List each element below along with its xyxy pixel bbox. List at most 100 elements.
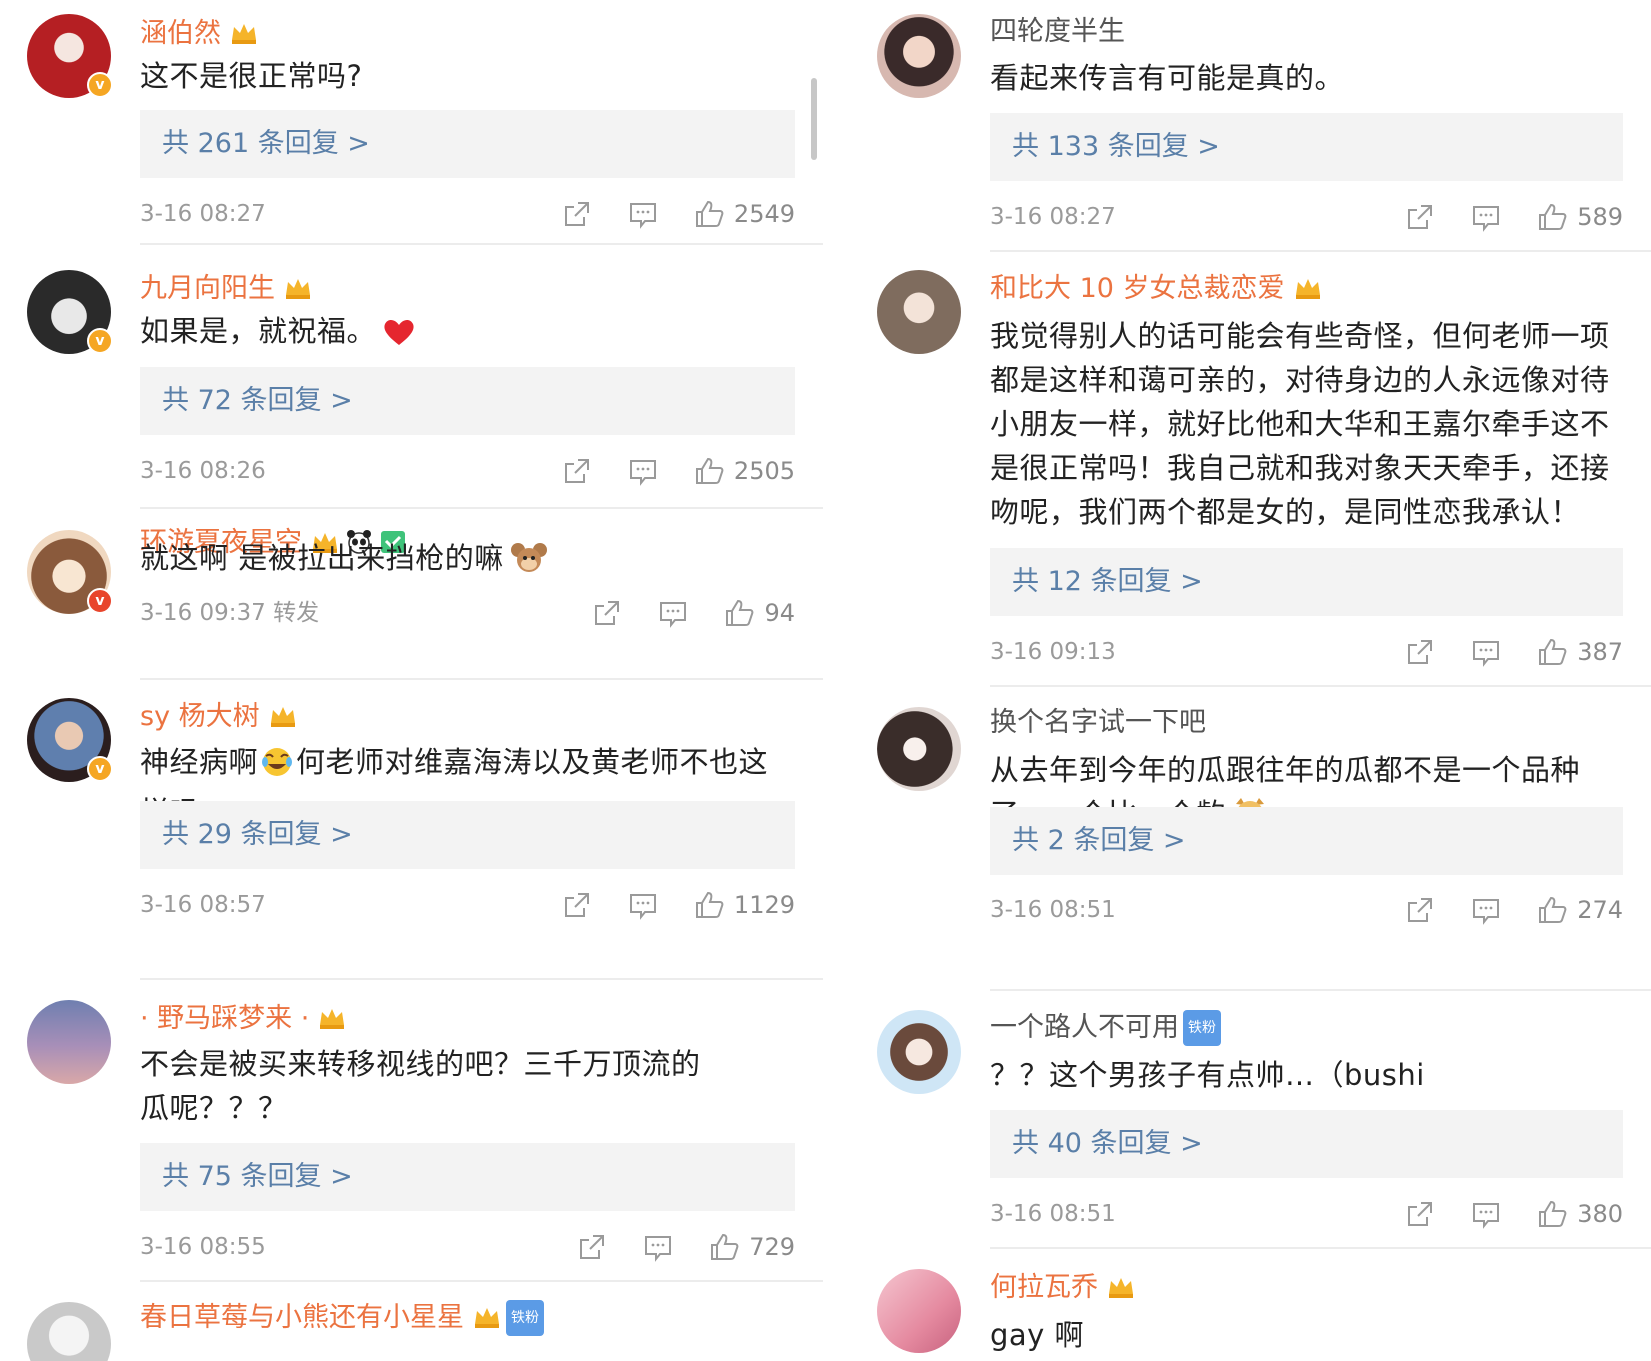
comment-text: 看起来传言有可能是真的。 <box>990 61 1345 95</box>
share-icon[interactable] <box>1405 1199 1435 1229</box>
timestamp: 3-16 09:13 <box>990 639 1116 665</box>
comment-item: v 九月向阳生 如果是，就祝福。 共 72 条回复 > 3-16 08:26 2… <box>0 245 823 509</box>
username[interactable]: 四轮度半生 <box>990 15 1125 49</box>
comment-item: 四轮度半生 看起来传言有可能是真的。 共 133 条回复 > 3-16 08:2… <box>850 0 1651 252</box>
comment-icon[interactable] <box>1471 1199 1501 1229</box>
username[interactable]: 一个路人不可用 铁粉 <box>990 1010 1221 1046</box>
replies-button[interactable]: 共 75 条回复 > <box>140 1143 795 1211</box>
like-icon[interactable] <box>694 199 724 229</box>
comment-item: 何拉瓦乔 gay 啊 <box>850 1249 1651 1361</box>
laugh-cry-icon <box>260 746 294 790</box>
like-count: 94 <box>764 599 795 627</box>
comment-item: v 涵伯然 这不是很正常吗? 共 261 条回复 > 3-16 08:27 25… <box>0 0 823 245</box>
comment-text: ？？这个男孩子有点帅…（bushi <box>990 1058 1425 1092</box>
replies-button[interactable]: 共 133 条回复 > <box>990 113 1623 181</box>
replies-label: 共 12 条回复 > <box>1012 566 1203 597</box>
comment-icon[interactable] <box>643 1232 673 1262</box>
crown-icon <box>268 703 298 729</box>
comment-text-row: 就这啊 是被拉出来挡枪的嘛 <box>140 536 795 586</box>
replies-button[interactable]: 共 40 条回复 > <box>990 1110 1623 1178</box>
like-icon[interactable] <box>1537 895 1567 925</box>
comment-item: 和比大 10 岁女总裁恋爱 我觉得别人的话可能会有些奇怪，但何老师一项都是这样和… <box>850 252 1651 687</box>
replies-button[interactable]: 共 29 条回复 > <box>140 801 795 869</box>
username[interactable]: 何拉瓦乔 <box>990 1271 1136 1305</box>
like-icon[interactable] <box>694 890 724 920</box>
timestamp: 3-16 08:55 <box>140 1234 266 1260</box>
verified-badge-icon: v <box>87 328 113 354</box>
replies-label: 共 72 条回复 > <box>162 385 353 416</box>
comment-icon[interactable] <box>628 456 658 486</box>
crown-icon <box>283 275 313 301</box>
username[interactable]: 春日草莓与小熊还有小星星 铁粉 <box>140 1300 544 1336</box>
comment-meta: 3-16 08:27 2549 <box>140 196 795 232</box>
fan-tag: 铁粉 <box>1183 1010 1221 1046</box>
share-icon[interactable] <box>1405 895 1435 925</box>
share-icon[interactable] <box>577 1232 607 1262</box>
comment-icon[interactable] <box>658 598 688 628</box>
like-count: 274 <box>1577 896 1623 924</box>
verified-badge-icon: v <box>87 588 113 614</box>
share-icon[interactable] <box>562 456 592 486</box>
comment-feed: v 涵伯然 这不是很正常吗? 共 261 条回复 > 3-16 08:27 25… <box>0 0 1651 1361</box>
username[interactable]: 涵伯然 <box>140 17 259 51</box>
like-icon[interactable] <box>709 1232 739 1262</box>
comment-meta: 3-16 09:13 387 <box>990 634 1623 670</box>
username[interactable]: 换个名字试一下吧 <box>990 706 1206 740</box>
username[interactable]: 和比大 10 岁女总裁恋爱 <box>990 272 1323 306</box>
comment-actions: 2505 <box>562 453 795 489</box>
comment-actions: 729 <box>577 1229 795 1265</box>
username-text: 九月向阳生 <box>140 273 275 304</box>
like-count: 380 <box>1577 1200 1623 1228</box>
comment-icon[interactable] <box>1471 202 1501 232</box>
avatar[interactable] <box>27 1000 111 1084</box>
share-icon[interactable] <box>1405 637 1435 667</box>
comment-text-start: 神经病啊 <box>140 745 259 779</box>
like-icon[interactable] <box>694 456 724 486</box>
avatar[interactable] <box>27 1302 111 1361</box>
username[interactable]: sy 杨大树 <box>140 700 298 734</box>
like-icon[interactable] <box>1537 637 1567 667</box>
like-icon[interactable] <box>1537 1199 1567 1229</box>
username[interactable]: 九月向阳生 <box>140 272 313 306</box>
username-text: 一个路人不可用 <box>990 1012 1179 1043</box>
comment-icon[interactable] <box>628 199 658 229</box>
heart-icon <box>382 315 416 359</box>
username-text: 换个名字试一下吧 <box>990 707 1206 738</box>
mouse-face-icon <box>510 540 548 586</box>
comment-meta: 3-16 08:57 1129 <box>140 887 795 923</box>
username-text: 何拉瓦乔 <box>990 1272 1098 1303</box>
avatar[interactable] <box>877 1010 961 1094</box>
comment-actions: 1129 <box>562 887 795 923</box>
replies-button[interactable]: 共 2 条回复 > <box>990 807 1623 875</box>
comment-icon[interactable] <box>1471 637 1501 667</box>
replies-button[interactable]: 共 261 条回复 > <box>140 110 795 178</box>
share-icon[interactable] <box>592 598 622 628</box>
comment-meta: 3-16 08:51 274 <box>990 892 1623 928</box>
share-icon[interactable] <box>1405 202 1435 232</box>
share-icon[interactable] <box>562 890 592 920</box>
like-count: 2505 <box>733 457 795 485</box>
replies-label: 共 2 条回复 > <box>1012 825 1186 856</box>
timestamp: 3-16 09:37 转发 <box>140 600 320 626</box>
replies-label: 共 40 条回复 > <box>1012 1128 1203 1159</box>
avatar[interactable] <box>877 14 961 98</box>
avatar[interactable] <box>877 1269 961 1353</box>
comment-icon[interactable] <box>628 890 658 920</box>
like-icon[interactable] <box>724 598 754 628</box>
like-count: 729 <box>749 1233 795 1261</box>
share-icon[interactable] <box>562 199 592 229</box>
comment-icon[interactable] <box>1471 895 1501 925</box>
avatar[interactable] <box>877 270 961 354</box>
like-icon[interactable] <box>1537 202 1567 232</box>
replies-button[interactable]: 共 12 条回复 > <box>990 548 1623 616</box>
comment-actions: 2549 <box>562 196 795 232</box>
crown-icon <box>229 20 259 46</box>
comment-item: 春日草莓与小熊还有小星星 铁粉 <box>0 1282 823 1361</box>
comment-item: 换个名字试一下吧 从去年到今年的瓜跟往年的瓜都不是一个品种了，一个比一个齣 共 … <box>850 687 1651 991</box>
comment-meta: 3-16 08:27 589 <box>990 199 1623 235</box>
like-count: 2549 <box>733 200 795 228</box>
username[interactable]: · 野马踩梦来 · <box>140 1002 347 1036</box>
avatar[interactable] <box>877 707 961 791</box>
crown-icon <box>472 1304 502 1330</box>
replies-button[interactable]: 共 72 条回复 > <box>140 367 795 435</box>
